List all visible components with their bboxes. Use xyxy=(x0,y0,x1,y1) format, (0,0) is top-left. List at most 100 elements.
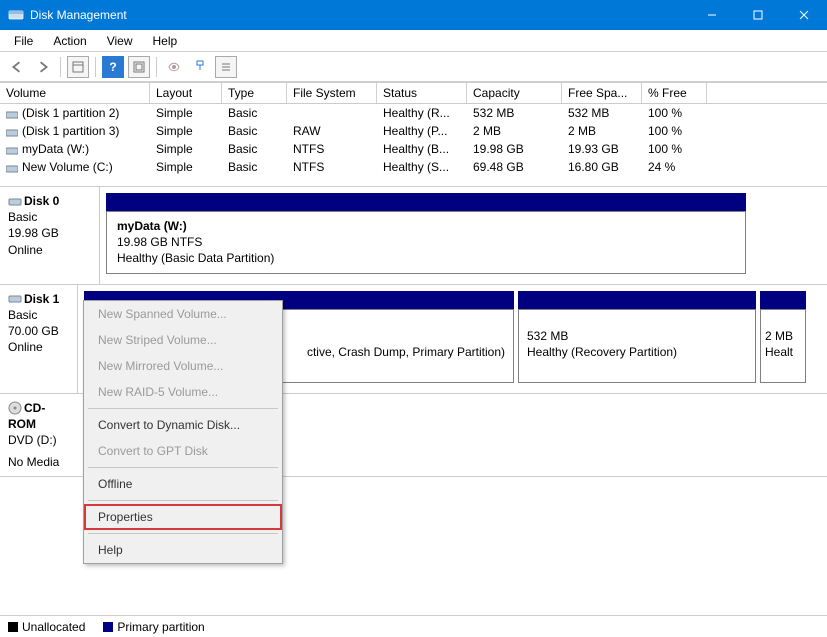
refresh-button[interactable] xyxy=(128,56,150,78)
back-button[interactable] xyxy=(6,56,28,78)
ctx-offline[interactable]: Offline xyxy=(84,471,282,497)
cell-free: 2 MB xyxy=(562,123,642,139)
cell-fs xyxy=(287,105,377,121)
disk1-name: Disk 1 xyxy=(24,292,59,306)
legend-primary: Primary partition xyxy=(103,620,204,634)
toolbar-sep xyxy=(60,57,61,77)
legend-unalloc-label: Unallocated xyxy=(22,620,85,634)
col-filesystem[interactable]: File System xyxy=(287,83,377,103)
ctx-new-raid5[interactable]: New RAID-5 Volume... xyxy=(84,379,282,405)
col-layout[interactable]: Layout xyxy=(150,83,222,103)
col-capacity[interactable]: Capacity xyxy=(467,83,562,103)
ctx-help[interactable]: Help xyxy=(84,537,282,563)
cell-layout: Simple xyxy=(150,105,222,121)
toolbar: ? xyxy=(0,52,827,82)
cell-type: Basic xyxy=(222,123,287,139)
disk1-v1-line2: Healthy (Recovery Partition) xyxy=(527,344,747,360)
maximize-button[interactable] xyxy=(735,0,781,30)
cell-volume: myData (W:) xyxy=(22,142,89,156)
action-icon[interactable] xyxy=(163,56,185,78)
ctx-properties[interactable]: Properties xyxy=(84,504,282,530)
ctx-new-spanned[interactable]: New Spanned Volume... xyxy=(84,301,282,327)
cdrom-line3: No Media xyxy=(8,454,70,470)
ctx-convert-gpt[interactable]: Convert to GPT Disk xyxy=(84,438,282,464)
col-pfree[interactable]: % Free xyxy=(642,83,707,103)
minimize-button[interactable] xyxy=(689,0,735,30)
disk0-block: Disk 0 Basic 19.98 GB Online myData (W:)… xyxy=(0,187,827,285)
disk1-v2-line2: Healt xyxy=(765,344,801,360)
cell-cap: 19.98 GB xyxy=(467,141,562,157)
disk1-size: 70.00 GB xyxy=(8,323,69,339)
cell-fs: RAW xyxy=(287,123,377,139)
disk0-vol-line3: Healthy (Basic Data Partition) xyxy=(117,250,735,266)
table-row[interactable]: (Disk 1 partition 2) Simple Basic Health… xyxy=(0,104,827,122)
disk1-type: Basic xyxy=(8,307,69,323)
titlebar: Disk Management xyxy=(0,0,827,30)
cell-volume: (Disk 1 partition 3) xyxy=(22,124,119,138)
volume-header-bar xyxy=(106,193,746,211)
ctx-separator xyxy=(88,500,278,501)
disk0-volume-box[interactable]: myData (W:) 19.98 GB NTFS Healthy (Basic… xyxy=(106,211,746,274)
cell-fs: NTFS xyxy=(287,141,377,157)
cell-free: 16.80 GB xyxy=(562,159,642,175)
menubar: File Action View Help xyxy=(0,30,827,52)
disk0-info[interactable]: Disk 0 Basic 19.98 GB Online xyxy=(0,187,100,284)
disk1-v1-line1: 532 MB xyxy=(527,328,747,344)
disk-icon xyxy=(8,292,22,306)
menu-file[interactable]: File xyxy=(6,32,41,50)
cdrom-info[interactable]: CD-ROM DVD (D:) No Media xyxy=(0,394,78,477)
cell-volume: New Volume (C:) xyxy=(22,160,113,174)
close-button[interactable] xyxy=(781,0,827,30)
legend-unallocated: Unallocated xyxy=(8,620,85,634)
cell-free: 19.93 GB xyxy=(562,141,642,157)
disk1-info[interactable]: Disk 1 Basic 70.00 GB Online xyxy=(0,285,78,393)
cell-status: Healthy (S... xyxy=(377,159,467,175)
ctx-separator xyxy=(88,533,278,534)
cell-pfree: 100 % xyxy=(642,123,707,139)
col-status[interactable]: Status xyxy=(377,83,467,103)
volume-table-header: Volume Layout Type File System Status Ca… xyxy=(0,82,827,104)
window-title: Disk Management xyxy=(30,8,689,22)
menu-action[interactable]: Action xyxy=(45,32,94,50)
table-row[interactable]: (Disk 1 partition 3) Simple Basic RAW He… xyxy=(0,122,827,140)
volume-icon xyxy=(6,127,18,137)
menu-help[interactable]: Help xyxy=(145,32,186,50)
ctx-new-mirrored[interactable]: New Mirrored Volume... xyxy=(84,353,282,379)
cell-type: Basic xyxy=(222,159,287,175)
legend: Unallocated Primary partition xyxy=(0,615,827,637)
toolbar-sep xyxy=(156,57,157,77)
cell-volume: (Disk 1 partition 2) xyxy=(22,106,119,120)
ctx-convert-dynamic[interactable]: Convert to Dynamic Disk... xyxy=(84,412,282,438)
col-type[interactable]: Type xyxy=(222,83,287,103)
volume-icon xyxy=(6,145,18,155)
col-free[interactable]: Free Spa... xyxy=(562,83,642,103)
table-row[interactable]: New Volume (C:) Simple Basic NTFS Health… xyxy=(0,158,827,176)
settings-icon[interactable] xyxy=(189,56,211,78)
cell-type: Basic xyxy=(222,141,287,157)
list-view-button[interactable] xyxy=(215,56,237,78)
forward-button[interactable] xyxy=(32,56,54,78)
disk1-vol-small[interactable]: 2 MB Healt xyxy=(760,309,806,383)
disk1-vol-recovery[interactable]: 532 MB Healthy (Recovery Partition) xyxy=(518,309,756,383)
menu-view[interactable]: View xyxy=(99,32,141,50)
disk0-status: Online xyxy=(8,242,91,258)
ctx-separator xyxy=(88,467,278,468)
legend-primary-label: Primary partition xyxy=(117,620,204,634)
cell-pfree: 24 % xyxy=(642,159,707,175)
disk1-status: Online xyxy=(8,339,69,355)
table-row[interactable]: myData (W:) Simple Basic NTFS Healthy (B… xyxy=(0,140,827,158)
help-icon[interactable]: ? xyxy=(102,56,124,78)
cell-status: Healthy (B... xyxy=(377,141,467,157)
disk0-size: 19.98 GB xyxy=(8,225,91,241)
toolbar-sep xyxy=(95,57,96,77)
col-volume[interactable]: Volume xyxy=(0,83,150,103)
window-buttons xyxy=(689,0,827,30)
disk1-v2-line1: 2 MB xyxy=(765,328,801,344)
show-hide-button[interactable] xyxy=(67,56,89,78)
ctx-new-striped[interactable]: New Striped Volume... xyxy=(84,327,282,353)
cell-layout: Simple xyxy=(150,123,222,139)
volume-table-body: (Disk 1 partition 2) Simple Basic Health… xyxy=(0,104,827,176)
cell-status: Healthy (R... xyxy=(377,105,467,121)
swatch-black xyxy=(8,622,18,632)
cell-type: Basic xyxy=(222,105,287,121)
